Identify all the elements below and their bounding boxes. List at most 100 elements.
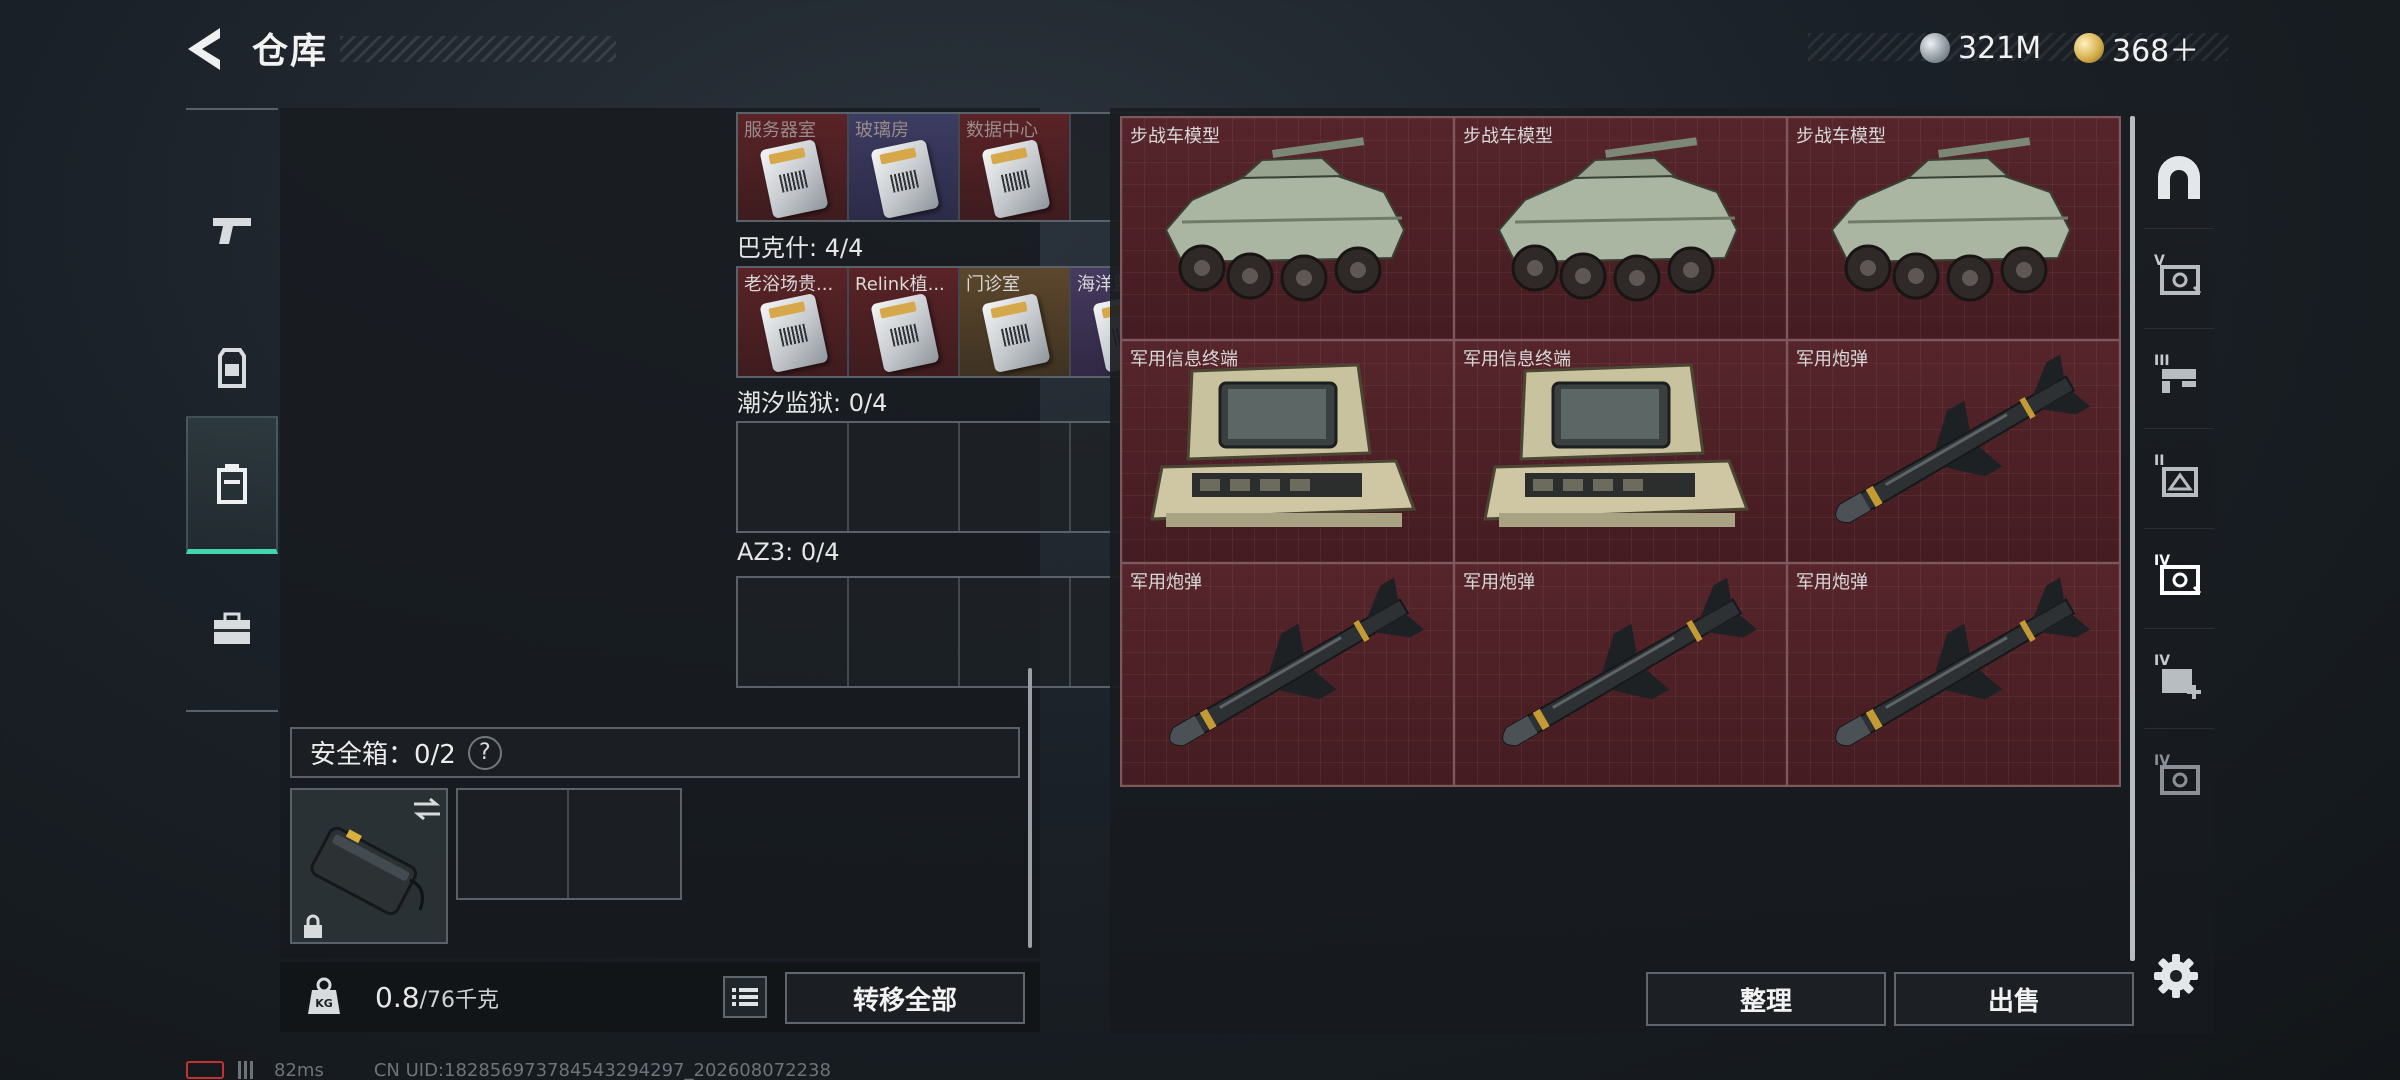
stash-grid: 步战车模型 步战车模型 步战车模型 军用信息终端 军用信息终端 军用炮弹 军用炮… — [1120, 116, 2121, 787]
stash-item[interactable]: 步战车模型 — [1788, 118, 2119, 339]
battery-icon — [186, 1061, 224, 1079]
stash-item[interactable]: 步战车模型 — [1122, 118, 1453, 339]
stash-item[interactable]: 军用信息终端 — [1122, 341, 1453, 562]
slot-label: 玻璃房 — [855, 120, 909, 141]
weight-current: 0.8 — [375, 981, 420, 1014]
storage-slot[interactable]: 玻璃房 — [849, 114, 960, 220]
storage-slot-empty[interactable] — [738, 578, 849, 686]
slot-label: 服务器室 — [744, 120, 816, 141]
list-icon — [732, 988, 758, 1006]
stash-item[interactable]: 军用炮弹 — [1788, 564, 2119, 785]
filter-tier-iii[interactable]: III — [2144, 328, 2214, 428]
artillery-shell-icon — [1835, 354, 2091, 524]
category-weapons[interactable] — [186, 162, 278, 300]
gold-amount: 368＋ — [2112, 34, 2200, 69]
item-name: 军用信息终端 — [1130, 349, 1238, 370]
item-name: 军用炮弹 — [1463, 572, 1535, 593]
ifv-model-icon — [1830, 137, 2072, 302]
currency-silver[interactable]: 321M — [1920, 28, 2041, 68]
storage-slot[interactable]: 服务器室 — [738, 114, 849, 220]
stash-item[interactable]: 军用炮弹 — [1455, 564, 1786, 785]
status-line: 82ms CN UID:1828569737845432942​97_20260… — [186, 1058, 831, 1080]
back-button[interactable] — [182, 24, 228, 74]
silver-coin-icon — [1920, 33, 1950, 63]
container-icon — [217, 463, 247, 504]
uid-text: CN UID:1828569737845432942​97_2026080722… — [373, 1059, 831, 1080]
keycard-icon — [870, 138, 940, 220]
storage-slot-empty[interactable] — [849, 578, 960, 686]
storage-scrollbar[interactable] — [1028, 668, 1032, 948]
back-arrow-icon — [188, 28, 220, 70]
slot-label: 门诊室 — [966, 274, 1020, 295]
category-containers[interactable] — [186, 416, 278, 554]
keycard-icon — [981, 292, 1051, 374]
filter-tier-iv-b[interactable]: IV — [2144, 728, 2214, 828]
stash-item[interactable]: 军用炮弹 — [1122, 564, 1453, 785]
settings-button[interactable] — [2152, 952, 2200, 1000]
safe-slot-empty[interactable] — [569, 790, 680, 898]
weight-icon: KG — [308, 977, 340, 1014]
safe-slot-empty[interactable] — [458, 790, 569, 898]
group-label: AZ3: 0/4 — [737, 538, 840, 566]
stash-panel: 步战车模型 步战车模型 步战车模型 军用信息终端 军用信息终端 军用炮弹 军用炮… — [1110, 108, 2214, 1034]
slot-label: Relink植... — [855, 274, 945, 295]
storage-slot-empty[interactable] — [738, 423, 849, 531]
ping-text: 82ms — [274, 1059, 324, 1080]
item-name: 步战车模型 — [1463, 126, 1553, 147]
storage-slot[interactable]: Relink植... — [849, 268, 960, 376]
weight-capacity: /76千克 — [419, 988, 499, 1013]
storage-slot-empty[interactable] — [960, 423, 1071, 531]
filter-tier-v[interactable]: V — [2144, 228, 2214, 328]
tier-label: II — [2154, 453, 2165, 469]
stash-item[interactable]: 军用炮弹 — [1788, 341, 2119, 562]
list-view-button[interactable] — [723, 976, 767, 1018]
gear-icon — [2154, 954, 2198, 998]
signal-icon — [238, 1061, 260, 1079]
storage-slot-empty[interactable] — [960, 578, 1071, 686]
arch-icon — [2158, 156, 2200, 199]
military-terminal-icon — [1150, 363, 1417, 527]
stash-item[interactable]: 步战车模型 — [1455, 118, 1786, 339]
filter-tier-iv-active[interactable]: IV — [2144, 528, 2214, 628]
artillery-shell-icon — [1169, 577, 1425, 747]
slot-label: 数据中心 — [966, 120, 1038, 141]
filter-tier-iv-medical[interactable]: IV — [2144, 628, 2214, 728]
stash-filter-rail: V III II IV IV IV — [2144, 112, 2214, 940]
storage-slot-empty[interactable] — [849, 423, 960, 531]
item-name: 步战车模型 — [1796, 126, 1886, 147]
help-icon[interactable]: ? — [467, 735, 502, 770]
weight-readout: 0.8/76千克 — [375, 981, 499, 1014]
sort-button[interactable]: 整理 — [1646, 972, 1886, 1026]
filter-all[interactable] — [2144, 128, 2214, 228]
safe-box-grid — [456, 788, 682, 900]
armor-vest-icon — [218, 348, 246, 388]
item-name: 军用信息终端 — [1463, 349, 1571, 370]
artillery-shell-icon — [1502, 577, 1758, 747]
item-name: 军用炮弹 — [1796, 572, 1868, 593]
sell-button[interactable]: 出售 — [1894, 972, 2134, 1026]
transfer-all-button[interactable]: 转移全部 — [785, 972, 1025, 1024]
item-name: 军用炮弹 — [1796, 349, 1868, 370]
gold-coin-icon — [2074, 33, 2104, 63]
storage-slot[interactable]: 门诊室 — [960, 268, 1071, 376]
category-cases[interactable] — [186, 560, 278, 698]
item-name: 步战车模型 — [1130, 126, 1220, 147]
stash-item[interactable]: 军用信息终端 — [1455, 341, 1786, 562]
briefcase-icon — [214, 612, 250, 644]
storage-slot[interactable]: 数据中心 — [960, 114, 1071, 220]
safe-box-slot[interactable] — [290, 788, 448, 944]
currency-gold[interactable]: 368＋ — [2074, 28, 2200, 69]
military-terminal-icon — [1483, 363, 1750, 527]
filter-tier-ii[interactable]: II — [2144, 428, 2214, 528]
weight-bar: KG 0.8/76千克 转移全部 — [280, 962, 1040, 1032]
swap-icon[interactable] — [412, 796, 442, 822]
lock-icon — [304, 914, 322, 938]
item-name: 军用炮弹 — [1130, 572, 1202, 593]
stash-scrollbar[interactable] — [2130, 116, 2135, 961]
svg-text:KG: KG — [315, 997, 333, 1010]
tier-label: IV — [2154, 753, 2171, 769]
pistol-icon — [213, 218, 251, 244]
category-rail — [186, 108, 278, 712]
safe-box-label: 安全箱：0/2 — [310, 740, 456, 770]
storage-slot[interactable]: 老浴场贵... — [738, 268, 849, 376]
